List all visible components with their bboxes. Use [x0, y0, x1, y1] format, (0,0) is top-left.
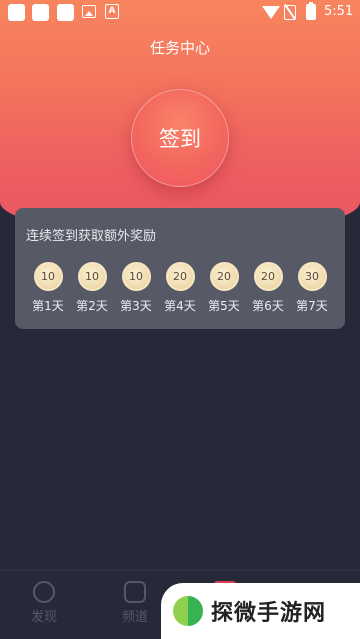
reward-day-label: 第2天 [76, 299, 108, 313]
reward-day-label: 第7天 [296, 299, 328, 313]
coin-icon: 20 [165, 262, 195, 291]
reward-day: 20 第6天 [248, 262, 288, 314]
coin-icon: 20 [253, 262, 283, 291]
notification-icon [32, 4, 49, 21]
reward-day: 10 第1天 [28, 262, 68, 314]
coin-icon: 10 [77, 262, 107, 291]
reward-card-title: 连续签到获取额外奖励 [26, 229, 157, 244]
reward-day: 10 第3天 [116, 262, 156, 314]
reward-day-label: 第5天 [208, 299, 240, 313]
coin-icon: 10 [33, 262, 63, 291]
nav-item-label: 发现 [30, 610, 57, 625]
reward-day: 20 第4天 [160, 262, 200, 314]
notification-icon [57, 4, 74, 21]
reward-card: 连续签到获取额外奖励 10 第1天 10 第2天 10 第3天 20 第4天 2… [15, 208, 345, 329]
status-bar: A 5:51 [0, 0, 360, 26]
reward-day-label: 第3天 [120, 299, 152, 313]
image-icon [82, 5, 96, 18]
status-time: 5:51 [324, 4, 354, 19]
watermark: 探微手游网 [161, 583, 360, 639]
reward-day: 10 第2天 [72, 262, 112, 314]
reward-day-label: 第4天 [164, 299, 196, 313]
reward-days: 10 第1天 10 第2天 10 第3天 20 第4天 20 第5天 20 第6… [28, 262, 334, 322]
coin-icon: 10 [121, 262, 151, 291]
wifi-icon [262, 6, 280, 19]
page-title: 任务中心 [149, 39, 210, 57]
nav-item-label: 频道 [121, 610, 148, 625]
battery-icon [306, 2, 316, 20]
play-icon [124, 581, 146, 603]
sign-in-button[interactable]: 签到 [131, 89, 229, 187]
watermark-logo-icon [173, 596, 203, 626]
watermark-text: 探微手游网 [211, 601, 327, 626]
no-sim-icon [284, 5, 296, 20]
nav-item-channel[interactable]: 频道 [105, 581, 165, 625]
reward-day-label: 第1天 [32, 299, 64, 313]
reward-day: 30 第7天 [292, 262, 332, 314]
nav-item-discover[interactable]: 发现 [14, 581, 74, 625]
reward-day-label: 第6天 [252, 299, 284, 313]
coin-icon: 20 [209, 262, 239, 291]
coin-icon: 30 [297, 262, 327, 291]
notification-icon [8, 4, 25, 21]
compass-icon [33, 581, 55, 603]
reward-day: 20 第5天 [204, 262, 244, 314]
a-badge-icon: A [105, 4, 119, 19]
